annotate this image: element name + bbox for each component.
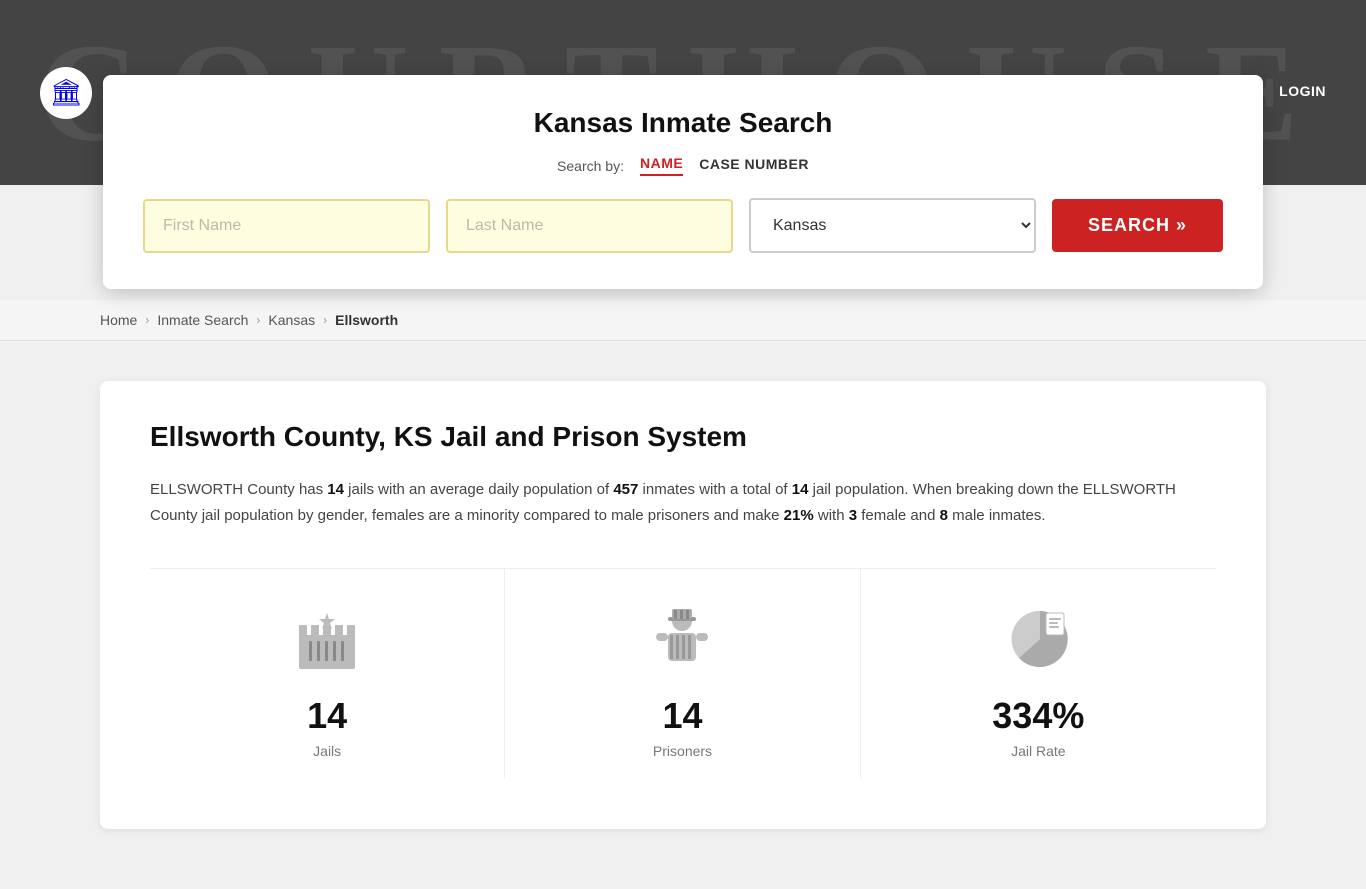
- breadcrumb-inmate-search[interactable]: Inmate Search: [157, 312, 248, 328]
- prisoners-label: Prisoners: [653, 743, 712, 759]
- desc-between-pct-female: with: [814, 507, 849, 524]
- search-title: Kansas Inmate Search: [143, 107, 1223, 139]
- desc-jails-count: 14: [327, 481, 344, 498]
- last-name-input[interactable]: [446, 199, 733, 253]
- county-description: ELLSWORTH County has 14 jails with an av…: [150, 477, 1216, 528]
- desc-before-jails: ELLSWORTH County has: [150, 481, 327, 498]
- breadcrumb-sep-1: ›: [145, 313, 149, 327]
- breadcrumb-sep-3: ›: [323, 313, 327, 327]
- breadcrumb: Home › Inmate Search › Kansas › Ellswort…: [0, 300, 1366, 341]
- county-title: Ellsworth County, KS Jail and Prison Sys…: [150, 421, 1216, 453]
- jails-count: 14: [307, 695, 347, 737]
- desc-male-count: 8: [940, 507, 948, 524]
- state-select[interactable]: Kansas Alabama Alaska Arizona California…: [749, 198, 1036, 253]
- desc-avg-population: 457: [613, 481, 638, 498]
- desc-female-pct: 21%: [784, 507, 814, 524]
- jails-label: Jails: [313, 743, 341, 759]
- breadcrumb-sep-2: ›: [256, 313, 260, 327]
- desc-total-jail-pop: 14: [792, 481, 809, 498]
- prisoners-count: 14: [662, 695, 702, 737]
- jail-rate-label: Jail Rate: [1011, 743, 1065, 759]
- desc-after-male: male inmates.: [948, 507, 1046, 524]
- main-content: Ellsworth County, KS Jail and Prison Sys…: [0, 341, 1366, 889]
- first-name-input[interactable]: [143, 199, 430, 253]
- content-area: Home › Inmate Search › Kansas › Ellswort…: [0, 300, 1366, 889]
- tab-name[interactable]: NAME: [640, 155, 683, 176]
- chart-icon: [998, 599, 1078, 679]
- nav-login[interactable]: LOGIN: [1279, 83, 1326, 103]
- tab-case-number[interactable]: CASE NUMBER: [699, 156, 809, 175]
- breadcrumb-current: Ellsworth: [335, 312, 398, 328]
- jail-icon: [287, 599, 367, 679]
- logo-icon: 🏛: [40, 67, 92, 119]
- stats-grid: 14 Jails: [150, 568, 1216, 779]
- desc-between-pop-total: inmates with a total of: [638, 481, 791, 498]
- jail-rate-value: 334%: [992, 695, 1084, 737]
- search-by-row: Search by: NAME CASE NUMBER: [143, 155, 1223, 176]
- desc-between-female-male: female and: [857, 507, 940, 524]
- desc-female-count: 3: [849, 507, 857, 524]
- county-card: Ellsworth County, KS Jail and Prison Sys…: [100, 381, 1266, 829]
- stat-jails: 14 Jails: [150, 569, 505, 779]
- stat-jail-rate: 334% Jail Rate: [861, 569, 1216, 779]
- stat-prisoners: 14 Prisoners: [505, 569, 860, 779]
- search-button[interactable]: SEARCH »: [1052, 199, 1223, 252]
- search-by-label: Search by:: [557, 158, 624, 174]
- search-card: Kansas Inmate Search Search by: NAME CAS…: [103, 75, 1263, 289]
- search-fields: Kansas Alabama Alaska Arizona California…: [143, 198, 1223, 253]
- prisoner-icon: [642, 599, 722, 679]
- desc-between-jails-pop: jails with an average daily population o…: [344, 481, 613, 498]
- search-card-wrapper: Kansas Inmate Search Search by: NAME CAS…: [103, 75, 1263, 289]
- breadcrumb-kansas[interactable]: Kansas: [268, 312, 315, 328]
- breadcrumb-home[interactable]: Home: [100, 312, 137, 328]
